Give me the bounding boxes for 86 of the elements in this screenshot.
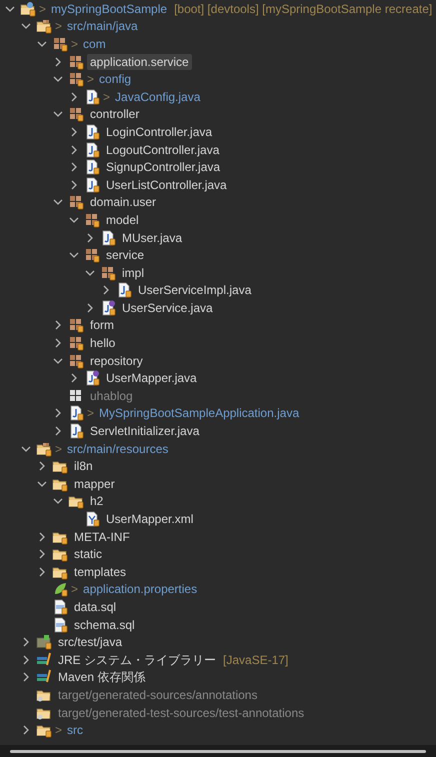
java-file-icon <box>84 142 100 158</box>
package-icon <box>68 106 84 122</box>
tree-item[interactable]: com <box>80 36 109 52</box>
test-folder-icon <box>36 634 52 650</box>
tree-item[interactable]: hello <box>87 335 118 352</box>
java-file-icon <box>84 88 100 105</box>
tree-item[interactable]: src <box>64 722 86 738</box>
package-icon <box>68 194 84 210</box>
tree-item[interactable]: UserServiceImpl.java <box>135 282 254 298</box>
tree-item[interactable]: domain.user <box>87 194 160 210</box>
horizontal-scrollbar[interactable] <box>10 750 426 752</box>
tree-item[interactable]: SignupController.java <box>103 159 224 176</box>
tree-item[interactable]: uhablog <box>87 388 136 404</box>
tree-item[interactable]: JRE システム・ライブラリー <box>55 652 220 668</box>
java-file-icon <box>68 423 84 440</box>
tree-item[interactable]: schema.sql <box>71 616 138 633</box>
package-icon <box>68 71 84 88</box>
tree-item[interactable]: ServletInitializer.java <box>87 423 202 440</box>
modified-marker: > <box>71 36 78 53</box>
tree-item[interactable]: controller <box>87 106 142 122</box>
modified-marker: > <box>87 405 94 422</box>
tree-item[interactable]: mySpringBootSample <box>48 0 170 17</box>
modified-marker: > <box>55 440 62 458</box>
modified-marker: > <box>55 18 62 36</box>
package-icon <box>84 247 100 264</box>
package-icon <box>84 212 100 228</box>
tree-item[interactable]: UserListController.java <box>103 176 230 193</box>
tree-item[interactable]: templates <box>71 564 130 580</box>
tree-item[interactable]: Maven 依存関係 <box>55 669 148 686</box>
tree-item[interactable]: target/generated-test-sources/test-annotations <box>55 704 308 721</box>
modified-marker: > <box>55 722 62 740</box>
tree-item[interactable]: h2 <box>87 493 106 510</box>
item-decoration: [JavaSE-17] <box>223 652 288 669</box>
tree-item[interactable]: MySpringBootSampleApplication.java <box>96 405 302 422</box>
xml-file-icon <box>84 511 100 528</box>
tree-item[interactable]: service <box>103 247 148 264</box>
tree-item[interactable]: application.properties <box>80 581 200 598</box>
tree-item[interactable]: config <box>96 71 134 88</box>
package-icon <box>68 388 84 404</box>
project-icon <box>20 0 36 17</box>
tree-item[interactable]: UserService.java <box>119 300 216 316</box>
tree-item[interactable]: mapper <box>71 476 118 492</box>
java-file-icon <box>84 159 100 176</box>
java-interface-icon <box>84 370 100 386</box>
sql-file-icon <box>52 598 68 615</box>
tree-item[interactable]: model <box>103 212 142 228</box>
java-file-icon <box>100 230 116 246</box>
tree-item[interactable]: LogoutController.java <box>103 142 222 158</box>
source-folder-icon <box>36 18 52 34</box>
item-decoration: [boot] [devtools] [mySpringBootSample recreate] <box>174 0 432 18</box>
tree-item[interactable]: src/main/java <box>64 18 141 34</box>
tree-item[interactable]: data.sql <box>71 598 120 615</box>
library-icon <box>36 652 52 668</box>
modified-marker: > <box>71 581 78 598</box>
java-interface-icon <box>100 300 116 316</box>
tree-item[interactable]: UserMapper.xml <box>103 511 196 528</box>
package-icon <box>100 264 116 281</box>
leaf-file-icon <box>52 581 68 598</box>
tree-item[interactable]: MUser.java <box>119 230 186 246</box>
tree-item[interactable]: impl <box>119 264 148 281</box>
tree-item[interactable]: static <box>71 546 106 562</box>
package-icon <box>68 317 84 334</box>
tree-item[interactable]: il8n <box>71 458 96 474</box>
java-file-icon <box>84 124 100 140</box>
source-folder-icon <box>36 440 52 457</box>
java-file-icon <box>68 405 84 422</box>
java-file-icon <box>84 176 100 193</box>
package-icon <box>52 36 68 52</box>
tree-item[interactable]: UserMapper.java <box>103 370 200 386</box>
package-icon <box>68 335 84 352</box>
tree-item[interactable]: application.service <box>87 54 192 70</box>
tree-item[interactable]: JavaConfig.java <box>112 88 204 105</box>
modified-marker: > <box>39 0 46 18</box>
tree-item[interactable]: META-INF <box>71 528 133 545</box>
java-file-icon <box>116 282 132 298</box>
sql-file-icon <box>52 616 68 633</box>
modified-marker: > <box>87 71 94 88</box>
tree-item[interactable]: form <box>87 317 117 334</box>
modified-marker: > <box>103 88 110 106</box>
package-icon <box>68 54 84 70</box>
tree-item[interactable]: src/main/resources <box>64 440 172 457</box>
package-icon <box>68 352 84 369</box>
tree-item[interactable]: target/generated-sources/annotations <box>55 686 260 703</box>
tree-item[interactable]: src/test/java <box>55 634 126 650</box>
tree-item[interactable]: repository <box>87 352 146 369</box>
tree-item[interactable]: LoginController.java <box>103 124 216 140</box>
